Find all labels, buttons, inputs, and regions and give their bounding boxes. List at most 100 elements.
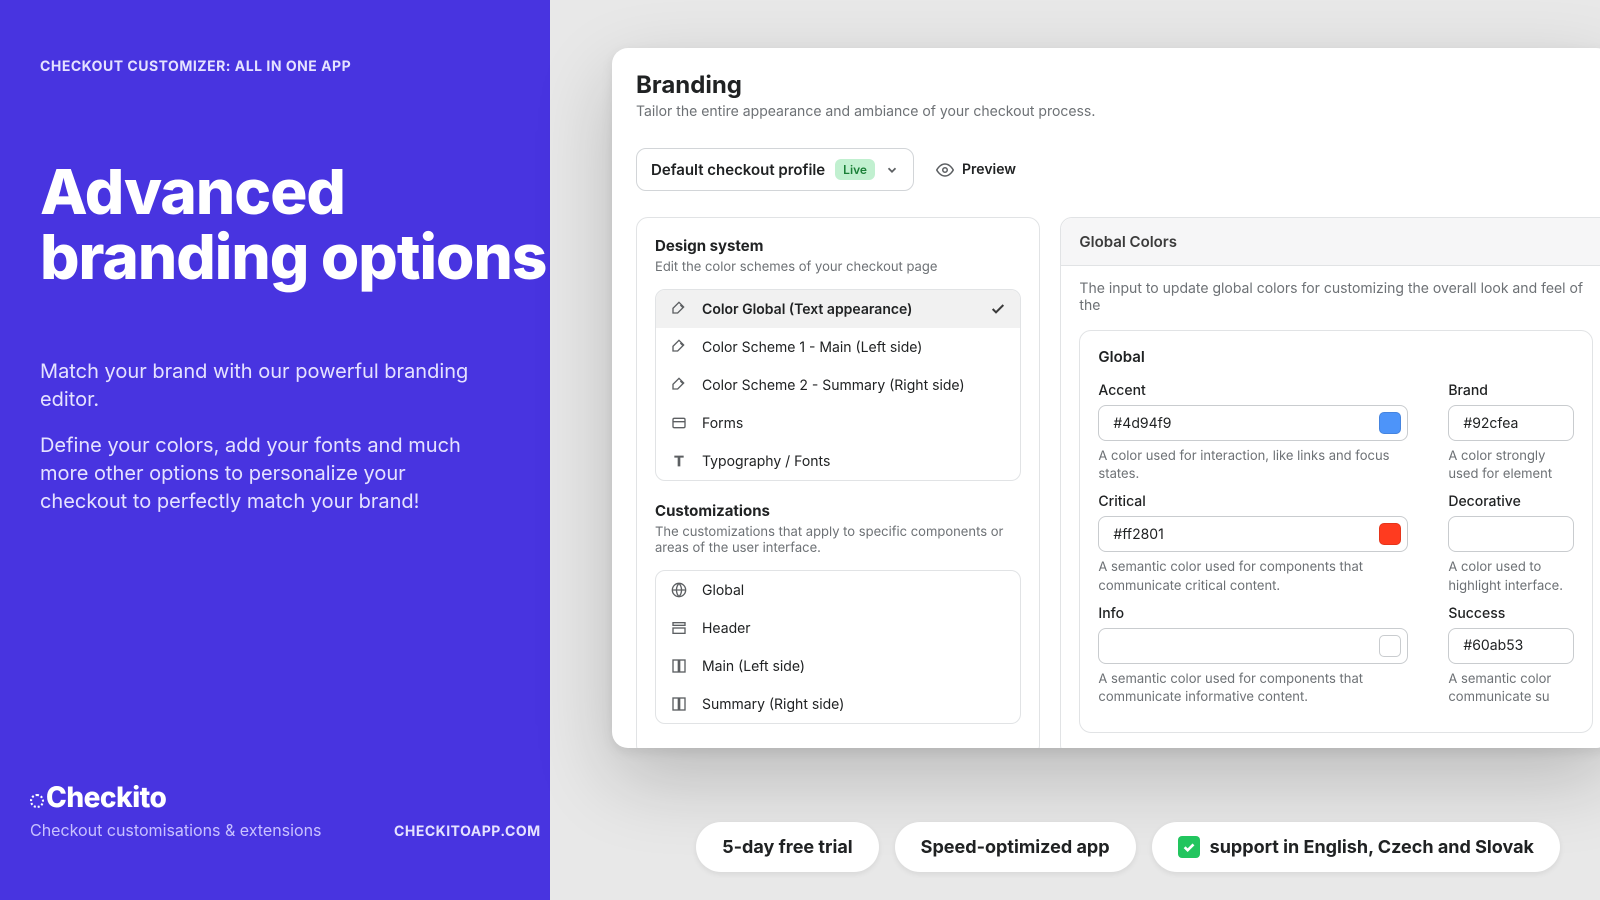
subtext-1: Match your brand with our powerful brand…: [40, 357, 480, 413]
design-system-subtitle: Edit the color schemes of your checkout …: [655, 259, 1021, 275]
profile-name: Default checkout profile: [651, 160, 825, 179]
field-label: Decorative: [1448, 493, 1574, 510]
field-label: Info: [1098, 605, 1408, 622]
field-decorative: Decorative A color used to highlight int…: [1448, 493, 1574, 594]
design-item-label: Color Scheme 1 - Main (Left side): [702, 339, 922, 356]
info-input[interactable]: [1098, 628, 1408, 664]
profile-selector[interactable]: Default checkout profile Live: [636, 148, 914, 191]
global-inner-card: Global Accent #4d94f9 A color used for i…: [1079, 330, 1593, 733]
chevron-down-icon: [885, 163, 899, 177]
page-title: Branding: [636, 70, 1600, 99]
accent-input[interactable]: #4d94f9: [1098, 405, 1408, 441]
subtext-2: Define your colors, add your fonts and m…: [40, 431, 480, 515]
pill-trial-text: 5-day free trial: [722, 837, 853, 858]
cust-item-global[interactable]: Global: [656, 571, 1020, 609]
customizations-subtitle: The customizations that apply to specifi…: [655, 524, 1021, 556]
cust-item-header[interactable]: Header: [656, 609, 1020, 647]
field-success: Success #60ab53 A semantic color communi…: [1448, 605, 1574, 706]
critical-value: #ff2801: [1113, 526, 1379, 543]
info-swatch[interactable]: [1379, 635, 1401, 657]
eye-icon: [936, 161, 954, 179]
design-item-label: Forms: [702, 415, 743, 432]
global-colors-desc: The input to update global colors for cu…: [1061, 266, 1600, 324]
success-value: #60ab53: [1463, 637, 1567, 654]
layout-left-icon: [670, 657, 688, 675]
design-item-scheme-1[interactable]: Color Scheme 1 - Main (Left side): [656, 328, 1020, 366]
global-colors-card: Global Colors The input to update global…: [1060, 217, 1600, 748]
field-brand: Brand #92cfea A color strongly used for …: [1448, 382, 1574, 483]
paint-icon: [670, 300, 688, 318]
critical-swatch[interactable]: [1379, 523, 1401, 545]
field-label: Critical: [1098, 493, 1408, 510]
accent-value: #4d94f9: [1113, 415, 1379, 432]
check-icon: [990, 301, 1006, 317]
cust-item-label: Header: [702, 620, 751, 637]
marketing-panel: CHECKOUT CUSTOMIZER: ALL IN ONE APP Adva…: [0, 0, 550, 900]
field-help: A color used for interaction, like links…: [1098, 447, 1408, 483]
design-item-typography[interactable]: Typography / Fonts: [656, 442, 1020, 480]
field-label: Success: [1448, 605, 1574, 622]
app-window: Branding Tailor the entire appearance an…: [612, 48, 1600, 748]
cust-item-label: Summary (Right side): [702, 696, 844, 713]
cust-item-main[interactable]: Main (Left side): [656, 647, 1020, 685]
headline: Advanced branding options: [40, 159, 550, 289]
design-item-scheme-2[interactable]: Color Scheme 2 - Summary (Right side): [656, 366, 1020, 404]
app-preview-panel: Branding Tailor the entire appearance an…: [550, 0, 1600, 900]
field-help: A semantic color used for components tha…: [1098, 670, 1408, 706]
decorative-input[interactable]: [1448, 516, 1574, 552]
pills-row: 5-day free trial Speed-optimized app ✓ s…: [696, 822, 1560, 872]
typography-icon: [670, 452, 688, 470]
pill-trial: 5-day free trial: [696, 822, 879, 872]
cust-item-label: Main (Left side): [702, 658, 805, 675]
brand-input[interactable]: #92cfea: [1448, 405, 1574, 441]
content-row: Design system Edit the color schemes of …: [636, 217, 1600, 748]
global-card-title: Global: [1098, 347, 1574, 366]
site-url: CHECKITOAPP.COM: [394, 823, 541, 840]
pill-support-text: support in English, Czech and Slovak: [1210, 837, 1534, 858]
cust-item-label: Global: [702, 582, 744, 599]
pill-support: ✓ support in English, Czech and Slovak: [1152, 822, 1560, 872]
live-badge: Live: [835, 159, 875, 180]
cust-item-summary[interactable]: Summary (Right side): [656, 685, 1020, 723]
paint-icon: [670, 376, 688, 394]
preview-button[interactable]: Preview: [936, 161, 1016, 179]
pill-speed-text: Speed-optimized app: [921, 837, 1110, 858]
forms-icon: [670, 414, 688, 432]
field-info: Info A semantic color used for component…: [1098, 605, 1408, 706]
globe-icon: [670, 581, 688, 599]
eyebrow-text: CHECKOUT CUSTOMIZER: ALL IN ONE APP: [40, 58, 550, 75]
brand-logo-text: heckito: [66, 780, 166, 814]
pill-speed: Speed-optimized app: [895, 822, 1136, 872]
field-help: A semantic color communicate su: [1448, 670, 1574, 706]
design-item-forms[interactable]: Forms: [656, 404, 1020, 442]
preview-label: Preview: [962, 161, 1016, 178]
success-input[interactable]: #60ab53: [1448, 628, 1574, 664]
field-label: Accent: [1098, 382, 1408, 399]
field-help: A color strongly used for element: [1448, 447, 1574, 483]
sidebar-card: Design system Edit the color schemes of …: [636, 217, 1040, 748]
check-square-icon: ✓: [1178, 836, 1200, 858]
header-icon: [670, 619, 688, 637]
accent-swatch[interactable]: [1379, 412, 1401, 434]
critical-input[interactable]: #ff2801: [1098, 516, 1408, 552]
brand-value: #92cfea: [1463, 415, 1567, 432]
paint-icon: [670, 338, 688, 356]
field-critical: Critical #ff2801 A semantic color used f…: [1098, 493, 1408, 594]
field-accent: Accent #4d94f9 A color used for interact…: [1098, 382, 1408, 483]
page-subtitle: Tailor the entire appearance and ambianc…: [636, 103, 1600, 120]
logo-accent-icon: [30, 794, 44, 808]
design-item-color-global[interactable]: Color Global (Text appearance): [656, 290, 1020, 328]
design-item-label: Color Scheme 2 - Summary (Right side): [702, 377, 965, 394]
design-item-label: Color Global (Text appearance): [702, 301, 912, 318]
design-system-list: Color Global (Text appearance) Color Sch…: [655, 289, 1021, 481]
field-label: Brand: [1448, 382, 1574, 399]
field-help: A color used to highlight interface.: [1448, 558, 1574, 594]
left-footer: Checkito Checkout customisations & exten…: [30, 780, 321, 840]
design-item-label: Typography / Fonts: [702, 453, 830, 470]
field-help: A semantic color used for components tha…: [1098, 558, 1408, 594]
customizations-list: Global Header Main (Left side) Summary (…: [655, 570, 1021, 724]
global-colors-header: Global Colors: [1061, 218, 1600, 266]
layout-right-icon: [670, 695, 688, 713]
top-bar: Default checkout profile Live Preview: [636, 148, 1600, 191]
customizations-title: Customizations: [655, 501, 1021, 520]
